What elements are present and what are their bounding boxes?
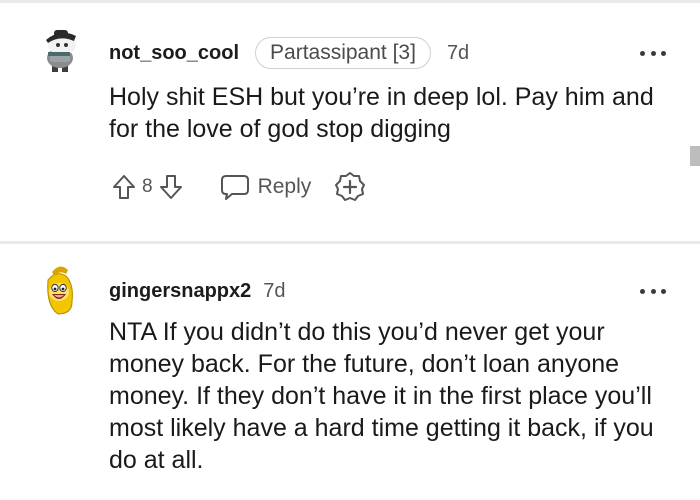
snoo-avatar-yellow-icon[interactable] [38,262,82,315]
award-plus-icon [335,172,366,201]
dot-icon [661,50,666,56]
dot-icon [650,288,656,294]
username[interactable]: not_soo_cool [109,42,239,65]
vote-score: 8 [142,176,153,197]
snoo-avatar-dark-icon[interactable] [38,26,82,76]
more-options-button[interactable] [640,285,666,297]
comment-age: 7d [263,279,286,302]
divider [0,241,700,244]
user-flair: Partassipant [3] [255,37,431,69]
dot-icon [640,50,645,56]
upvote-arrow-icon [113,175,135,199]
comment-body: NTA If you didn’t do this you’d never ge… [109,318,654,474]
comment-meta: not_soo_cool Partassipant [3] 7d [109,36,469,70]
dot-icon [661,288,666,294]
comment-age: 7d [446,41,470,64]
comment-meta: gingersnappx2 7d [109,274,286,308]
downvote-arrow-icon [159,175,182,199]
downvote-button[interactable] [156,172,186,202]
speech-bubble-icon [220,175,249,200]
comment-actions: 8 Reply [109,170,367,204]
scrollbar-thumb[interactable] [690,146,700,166]
username[interactable]: gingersnappx2 [109,280,251,303]
divider [0,0,700,3]
comment-thread: not_soo_cool Partassipant [3] 7d Holy sh… [0,0,700,500]
upvote-button[interactable] [109,172,139,202]
dot-icon [640,288,645,294]
reply-label: Reply [257,175,312,198]
comment-body: Holy shit ESH but you’re in deep lol. Pa… [109,83,654,143]
reply-button[interactable]: Reply [220,173,312,201]
dot-icon [650,50,656,56]
award-button[interactable] [333,170,367,204]
more-options-button[interactable] [640,47,666,59]
